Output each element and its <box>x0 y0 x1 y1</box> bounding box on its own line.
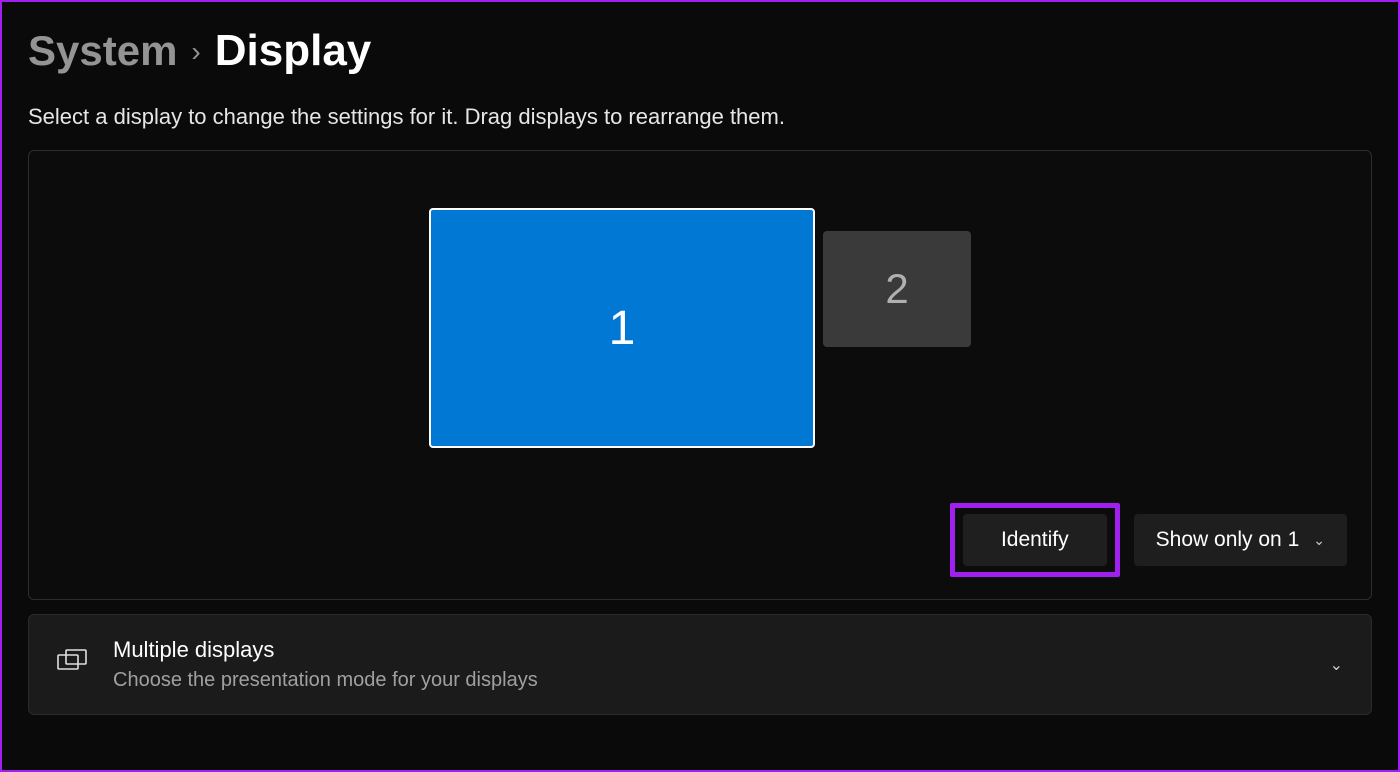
projection-mode-dropdown[interactable]: Show only on 1 ⌄ <box>1134 514 1347 566</box>
chevron-down-icon: ⌄ <box>1330 655 1343 675</box>
displays-icon <box>57 649 87 680</box>
multiple-displays-title: Multiple displays <box>113 637 1304 663</box>
multiple-displays-card[interactable]: Multiple displays Choose the presentatio… <box>28 614 1372 715</box>
projection-mode-label: Show only on 1 <box>1156 528 1300 552</box>
identify-highlight-box: Identify <box>950 503 1120 577</box>
page-title: Display <box>215 26 372 76</box>
multiple-displays-description: Choose the presentation mode for your di… <box>113 669 1304 692</box>
chevron-down-icon: ⌄ <box>1313 532 1325 549</box>
monitor-2[interactable]: 2 <box>823 231 971 347</box>
monitors-canvas[interactable]: 1 2 <box>29 151 1371 485</box>
display-controls-row: Identify Show only on 1 ⌄ <box>29 485 1371 599</box>
breadcrumb: System › Display <box>28 26 1372 76</box>
display-arrangement-area: 1 2 Identify Show only on 1 ⌄ <box>28 150 1372 600</box>
monitor-1[interactable]: 1 <box>429 208 815 448</box>
display-instructions: Select a display to change the settings … <box>28 104 1372 130</box>
identify-button[interactable]: Identify <box>963 514 1107 566</box>
breadcrumb-parent-system[interactable]: System <box>28 27 177 75</box>
card-text: Multiple displays Choose the presentatio… <box>113 637 1304 692</box>
chevron-right-icon: › <box>191 36 200 68</box>
